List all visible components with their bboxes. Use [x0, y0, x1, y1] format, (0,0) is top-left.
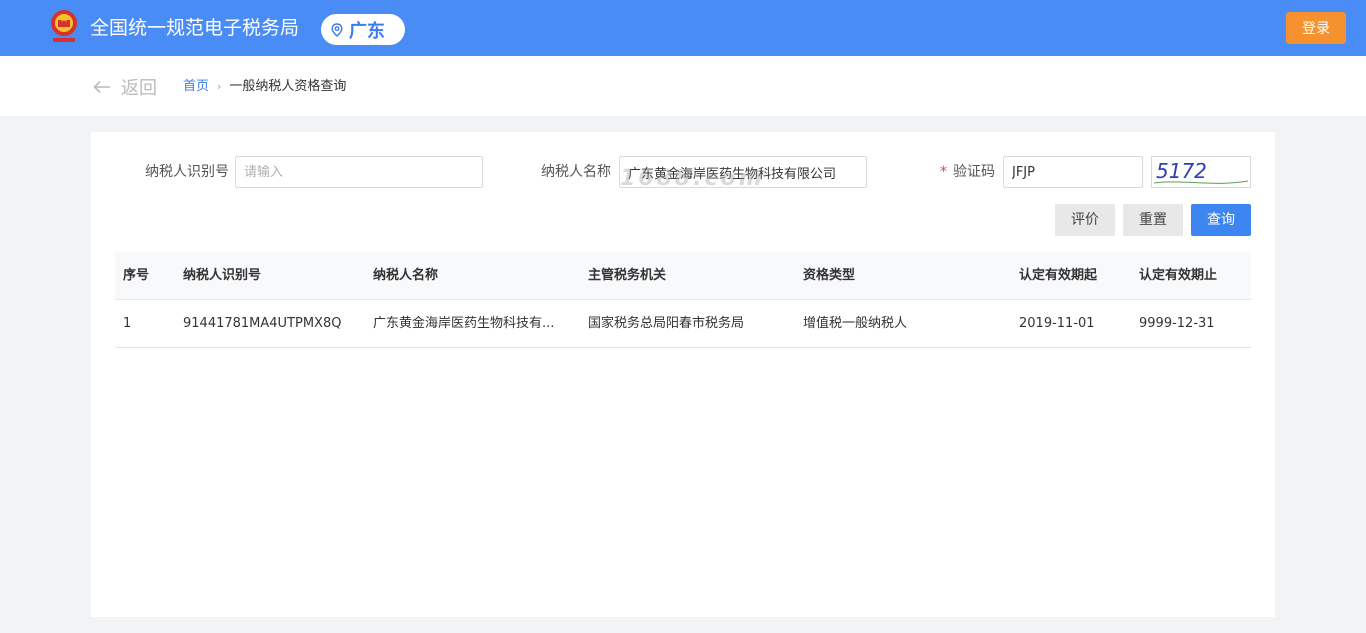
table-cell: 1: [123, 316, 132, 331]
column-header: 资格类型: [803, 268, 856, 283]
captcha-label: * 验证码: [931, 156, 995, 188]
captcha-label-text: 验证码: [953, 164, 995, 180]
results-table: 序号 纳税人识别号 纳税人名称 主管税务机关 资格类型 认定有效期起 认定有效期…: [115, 252, 1251, 348]
query-card: 纳税人识别号 纳税人名称 * 验证码 5172 评价 重置 查询 序号 纳税人识别…: [91, 132, 1275, 617]
back-button[interactable]: 返回: [93, 75, 157, 99]
breadcrumb-home-link[interactable]: 首页: [183, 78, 209, 96]
column-header: 认定有效期止: [1139, 268, 1218, 283]
taxpayer-name-input[interactable]: [619, 156, 867, 188]
query-button[interactable]: 查询: [1191, 204, 1251, 236]
top-header: 全国统一规范电子税务局 广东 登录: [0, 0, 1366, 56]
column-header: 纳税人名称: [373, 268, 439, 283]
table-header: 序号 纳税人识别号 纳税人名称 主管税务机关 资格类型 认定有效期起 认定有效期…: [115, 252, 1251, 300]
taxpayer-id-label: 纳税人识别号: [145, 164, 229, 180]
captcha-drawing: 5172: [1153, 159, 1249, 184]
table-cell: 国家税务总局阳春市税务局: [588, 316, 745, 331]
captcha-text: 5172: [1156, 159, 1207, 183]
evaluate-button[interactable]: 评价: [1055, 204, 1115, 236]
column-header: 主管税务机关: [588, 268, 667, 283]
location-pin-icon: [331, 22, 343, 37]
taxpayer-id-input[interactable]: [235, 156, 483, 188]
taxpayer-name-label: 纳税人名称: [541, 164, 611, 180]
national-emblem-icon: [51, 10, 77, 42]
breadcrumb-current: 一般纳税人资格查询: [229, 79, 347, 94]
breadcrumb-bar: 返回 首页 › 一般纳税人资格查询: [0, 56, 1366, 116]
table-row[interactable]: 1 91441781MA4UTPMX8Q 广东黄金海岸医药生物科技有... 国家…: [115, 300, 1251, 348]
table-cell: 2019-11-01: [1019, 316, 1095, 331]
captcha-image[interactable]: 5172: [1151, 156, 1251, 188]
captcha-input[interactable]: [1003, 156, 1143, 188]
table-cell: 9999-12-31: [1139, 316, 1215, 331]
chevron-right-icon: ›: [217, 80, 222, 93]
site-title: 全国统一规范电子税务局: [90, 17, 300, 39]
column-header: 序号: [123, 268, 150, 283]
required-mark: *: [940, 164, 947, 180]
table-cell: 91441781MA4UTPMX8Q: [183, 316, 342, 331]
back-label: 返回: [121, 78, 157, 99]
reset-button[interactable]: 重置: [1123, 204, 1183, 236]
breadcrumb: 首页 › 一般纳税人资格查询: [183, 78, 346, 96]
login-button[interactable]: 登录: [1286, 12, 1346, 44]
column-header: 认定有效期起: [1019, 268, 1098, 283]
column-header: 纳税人识别号: [183, 268, 262, 283]
table-cell: 广东黄金海岸医药生物科技有...: [373, 316, 555, 331]
table-cell: 增值税一般纳税人: [803, 316, 908, 331]
region-label: 广东: [349, 20, 385, 42]
region-selector[interactable]: 广东: [321, 14, 405, 45]
arrow-left-icon: [93, 80, 110, 94]
